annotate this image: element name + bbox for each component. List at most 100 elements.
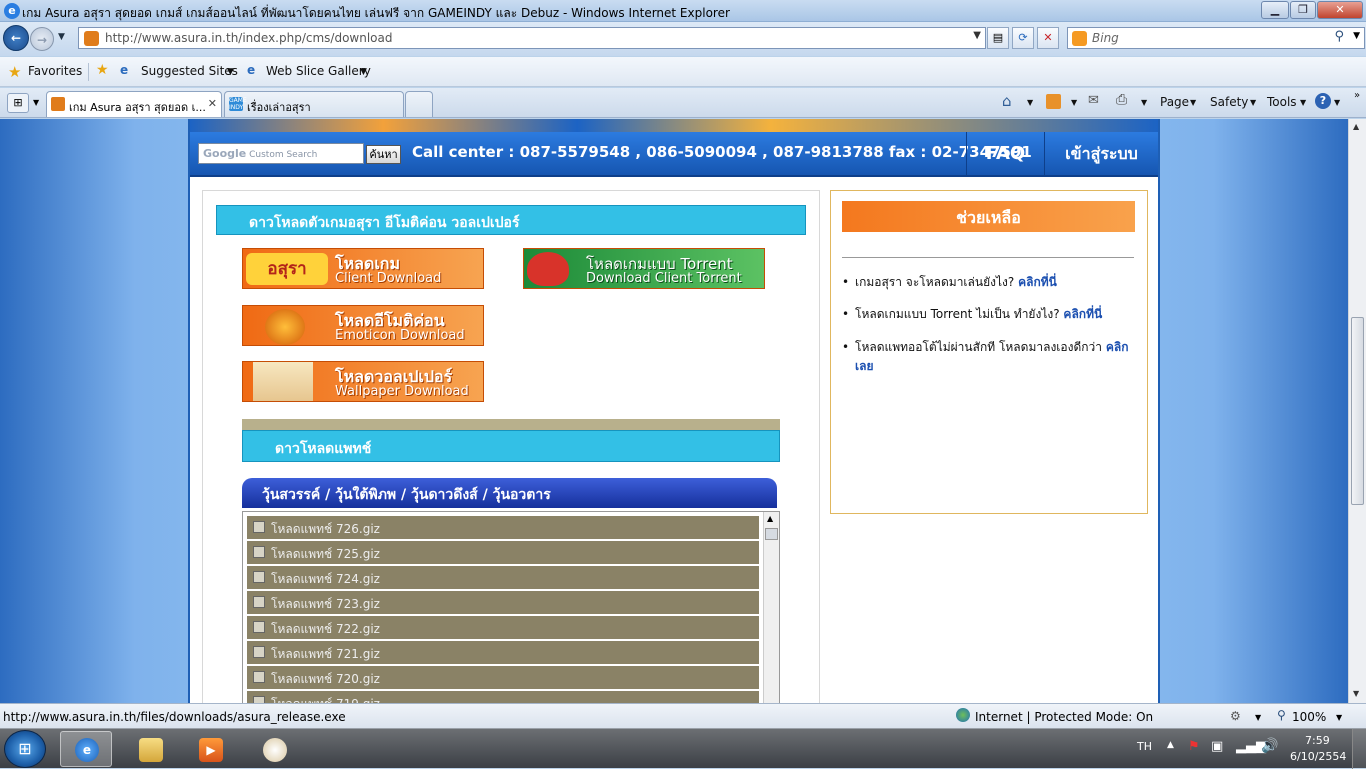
patch-list-scrollbar[interactable]: ▲ — [763, 512, 779, 703]
site-search-input[interactable]: Google Custom Search — [198, 143, 364, 164]
taskbar-media-player[interactable]: ▶ — [184, 731, 236, 767]
scroll-thumb[interactable] — [1351, 317, 1364, 505]
faq-link[interactable]: FAQ — [966, 132, 1044, 177]
window-title: เกม Asura อสุรา สุดยอด เกมส์ เกมส์ออนไลน… — [22, 6, 730, 20]
print-icon[interactable]: ⎙ — [1116, 92, 1127, 108]
scroll-up-icon[interactable]: ▲ — [1353, 122, 1359, 131]
clock-date[interactable]: 6/10/2554 — [1290, 750, 1346, 763]
taskbar-explorer[interactable] — [124, 731, 176, 767]
search-box[interactable]: Bing ⚲ ▼ — [1067, 27, 1365, 49]
chevron-down-icon[interactable]: ▼ — [1027, 98, 1033, 107]
help-item: • โหลดแพทออโต้ไม่ผ่านสักที โหลดมาลงเองดี… — [842, 340, 1129, 373]
emoticon-download-banner[interactable]: โหลดอีโมติค่อน Emoticon Download — [242, 305, 484, 346]
quick-tabs-icon[interactable]: ⊞ — [7, 93, 29, 113]
chevron-down-icon[interactable]: ▼ — [1336, 713, 1342, 722]
ie-logo-icon: e — [4, 3, 20, 19]
read-mail-icon[interactable]: ✉ — [1088, 93, 1099, 108]
chevron-down-icon[interactable]: ▼ — [1141, 98, 1147, 107]
show-hidden-icons-icon[interactable]: ▲ — [1167, 740, 1174, 750]
close-window-button[interactable]: ✕ — [1317, 1, 1363, 19]
zoom-level[interactable]: 100% — [1292, 710, 1326, 724]
safety-menu[interactable]: Safety — [1210, 95, 1248, 109]
site-search-button[interactable]: ค้นหา — [366, 145, 401, 164]
taskbar-paint[interactable] — [248, 731, 300, 767]
patch-item-label: โหลดแพทช์ 722.giz — [271, 622, 380, 636]
divider-bar — [242, 419, 780, 430]
minimize-button[interactable]: ▁ — [1261, 1, 1289, 19]
file-icon — [253, 646, 265, 658]
patch-item-label: โหลดแพทช์ 720.giz — [271, 672, 380, 686]
refresh-button[interactable]: ⟳ — [1012, 27, 1034, 49]
feeds-icon[interactable] — [1046, 94, 1061, 109]
address-dropdown-icon[interactable]: ▼ — [973, 30, 981, 41]
language-indicator[interactable]: TH — [1137, 740, 1152, 753]
chevron-down-icon[interactable]: ▼ — [1334, 98, 1340, 107]
add-ons-icon[interactable]: ⚙ — [1230, 709, 1241, 723]
suggested-sites-link[interactable]: Suggested Sites — [141, 64, 238, 78]
new-tab-button[interactable] — [405, 91, 433, 117]
patch-list-item[interactable]: โหลดแพทช์ 719.giz — [247, 691, 759, 703]
patch-list-item[interactable]: โหลดแพทช์ 725.giz — [247, 541, 759, 565]
tab-story[interactable]: GAME INDY เรื่องเล่าอสุรา — [224, 91, 404, 117]
page-scrollbar[interactable]: ▲ ▼ — [1348, 119, 1366, 703]
help-icon[interactable]: ? — [1315, 93, 1331, 109]
client-download-banner[interactable]: อสุรา โหลดเกม Client Download — [242, 248, 484, 289]
web-slice-gallery-link[interactable]: Web Slice Gallery — [266, 64, 371, 78]
help-item-text: เกมอสุรา จะโหลดมาเล่นยังไง? — [855, 275, 1015, 289]
page-menu[interactable]: Page — [1160, 95, 1189, 109]
chevron-down-icon[interactable]: ▼ — [1071, 98, 1077, 107]
show-desktop-button[interactable] — [1352, 729, 1366, 769]
patch-list-item[interactable]: โหลดแพทช์ 722.giz — [247, 616, 759, 640]
compatibility-view-button[interactable]: ▤ — [987, 27, 1009, 49]
banner-subtitle: Download Client Torrent — [586, 271, 742, 286]
address-bar[interactable]: http://www.asura.in.th/index.php/cms/dow… — [78, 27, 986, 49]
recent-pages-dropdown-icon[interactable]: ▼ — [58, 32, 65, 42]
scroll-up-icon[interactable]: ▲ — [767, 514, 773, 523]
scroll-down-icon[interactable]: ▼ — [1353, 689, 1359, 698]
restore-button[interactable]: ❐ — [1290, 1, 1316, 19]
device-icon[interactable]: ▣ — [1211, 739, 1223, 754]
tab-asura[interactable]: เกม Asura อสุรา สุดยอด เ... ✕ — [46, 91, 222, 117]
patch-list-item[interactable]: โหลดแพทช์ 724.giz — [247, 566, 759, 590]
chevron-down-icon: ▼ — [1300, 98, 1307, 107]
search-dropdown-icon[interactable]: ▼ — [1353, 31, 1360, 41]
patch-list-item[interactable]: โหลดแพทช์ 721.giz — [247, 641, 759, 665]
login-link[interactable]: เข้าสู่ระบบ — [1044, 132, 1158, 177]
tools-menu[interactable]: Tools — [1267, 95, 1297, 109]
search-icon[interactable]: ⚲ — [1334, 29, 1344, 44]
stop-button[interactable]: ✕ — [1037, 27, 1059, 49]
action-center-icon[interactable]: ⚑ — [1188, 739, 1200, 754]
back-button[interactable]: ← — [3, 25, 29, 51]
home-icon[interactable]: ⌂ — [1002, 92, 1012, 110]
file-icon — [253, 696, 265, 703]
chevron-down-icon[interactable]: ▼ — [1255, 713, 1261, 722]
wallpaper-download-banner[interactable]: โหลดวอลเปเปอร์ Wallpaper Download — [242, 361, 484, 402]
status-url: http://www.asura.in.th/files/downloads/a… — [3, 710, 346, 724]
close-tab-icon[interactable]: ✕ — [208, 97, 217, 110]
clock-time[interactable]: 7:59 — [1305, 734, 1330, 747]
volume-icon[interactable]: 🔊 — [1261, 738, 1278, 754]
patch-list-item[interactable]: โหลดแพทช์ 723.giz — [247, 591, 759, 615]
tab-list-dropdown-icon[interactable]: ▼ — [33, 98, 39, 107]
forward-button[interactable]: → — [30, 27, 54, 51]
taskbar-ie[interactable]: e — [60, 731, 112, 767]
chevron-down-icon[interactable]: ▼ — [227, 67, 234, 77]
patch-item-label: โหลดแพทช์ 723.giz — [271, 597, 380, 611]
start-button[interactable]: ⊞ — [4, 730, 46, 768]
security-zone[interactable]: Internet | Protected Mode: On — [975, 710, 1153, 724]
chevron-down-icon[interactable]: ▼ — [360, 67, 367, 77]
windows-taskbar: ⊞ e ▶ TH ▲ ⚑ ▣ ▂▄▆ 🔊 7:59 6/10/2554 — [0, 728, 1366, 769]
help-link[interactable]: คลิกที่นี่ — [1018, 275, 1057, 289]
scroll-thumb[interactable] — [765, 528, 778, 540]
torrent-download-banner[interactable]: โหลดเกมแบบ Torrent Download Client Torre… — [523, 248, 765, 289]
emoticon-mascot-icon — [265, 309, 305, 345]
patch-list-item[interactable]: โหลดแพทช์ 726.giz — [247, 516, 759, 540]
patch-list-item[interactable]: โหลดแพทช์ 720.giz — [247, 666, 759, 690]
patch-section-heading: ดาวโหลดแพทช์ — [242, 430, 780, 462]
add-favorite-icon[interactable]: ★ — [96, 62, 109, 78]
site-favicon-icon — [84, 31, 99, 46]
ie-page-icon: e — [247, 63, 256, 77]
favorites-button[interactable]: Favorites — [28, 64, 82, 78]
expand-toolbar-icon[interactable]: » — [1354, 90, 1360, 101]
help-link[interactable]: คลิกที่นี่ — [1063, 307, 1102, 321]
